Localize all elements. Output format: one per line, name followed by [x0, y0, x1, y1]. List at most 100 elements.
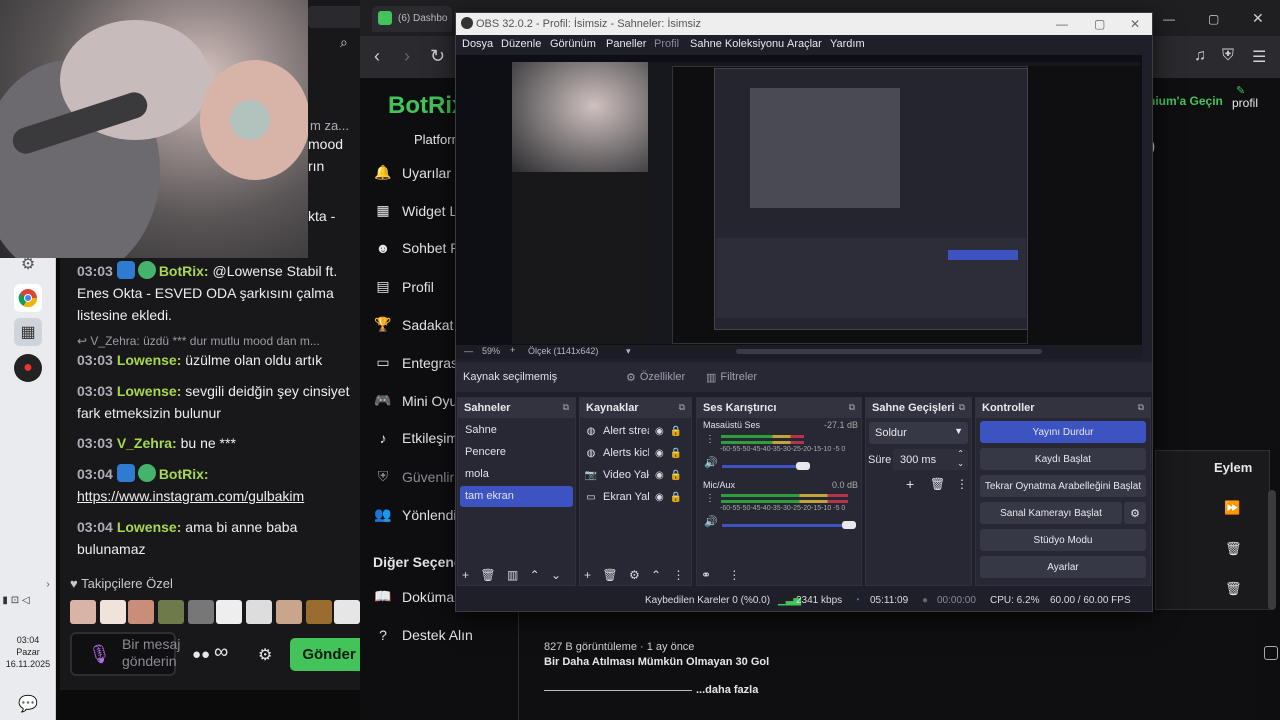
message-user[interactable]: BotRix:	[159, 263, 209, 279]
sidebar-item-minigames[interactable]: 🎮 Mini Oyu	[374, 392, 457, 409]
emote[interactable]	[128, 600, 154, 624]
forward-icon[interactable]: ›	[404, 46, 410, 67]
properties-button[interactable]: ⚙ Özellikler	[620, 366, 691, 388]
chevron-down-icon[interactable]: ▾	[626, 346, 631, 357]
trash-icon[interactable]: 🗑	[930, 477, 945, 491]
browser-tab[interactable]: (6) Dashbo	[372, 6, 452, 32]
shield-icon[interactable]: ⛨	[1222, 47, 1234, 65]
more-icon[interactable]: ⋮	[705, 493, 715, 504]
notification-icon[interactable]: 💬	[14, 690, 42, 718]
more-icon[interactable]: ⋮	[956, 477, 968, 491]
obs-icon[interactable]: ●	[14, 354, 42, 382]
back-icon[interactable]: ‹	[374, 46, 380, 67]
reply-preview[interactable]: ↩ V_Zehra: üzdü *** dur mutlu mood dan m…	[77, 334, 367, 348]
maximize-icon[interactable]: ▢	[1094, 17, 1105, 31]
menu-profile[interactable]: Profil	[654, 38, 679, 50]
emote[interactable]	[70, 600, 96, 624]
menu-docks[interactable]: Paneller	[606, 38, 646, 50]
add-icon[interactable]: +	[584, 568, 591, 582]
sidebar-item-alerts[interactable]: 🔔 Uyarılar	[374, 164, 451, 181]
menu-file[interactable]: Dosya	[462, 38, 493, 50]
emote[interactable]	[158, 600, 184, 624]
undock-icon[interactable]: ⧉	[679, 402, 685, 413]
send-button[interactable]: Gönder	[290, 638, 368, 671]
eye-icon[interactable]: ◉	[655, 470, 664, 481]
music-icon[interactable]: ♫	[1194, 47, 1206, 65]
duration-input[interactable]: 300 ms ⌃ ⌄	[893, 449, 968, 470]
trash-icon[interactable]: 🗑	[1225, 541, 1242, 557]
undock-icon[interactable]: ⧉	[1138, 402, 1144, 413]
scene-item-selected[interactable]: tam ekran	[460, 486, 573, 507]
scene-item[interactable]: mola	[460, 464, 573, 485]
sidebar-item-support[interactable]: ? Destek Alın	[374, 627, 473, 643]
sidebar-item-security[interactable]: ⛨ Güvenlir	[374, 468, 454, 485]
volume-icon[interactable]: 🔊	[704, 456, 718, 469]
tray-icon[interactable]: ▮ ⊡ ◁	[2, 586, 30, 614]
link-icon[interactable]: ⚭	[701, 568, 711, 582]
message-link[interactable]: https://www.instagram.com/gulbakim	[77, 488, 304, 504]
transition-select[interactable]: Soldur ▼	[869, 422, 968, 444]
message-user[interactable]: Lowense:	[117, 519, 182, 535]
menu-icon[interactable]: ☰	[1252, 47, 1266, 67]
undock-icon[interactable]: ⧉	[849, 402, 855, 413]
infinity-icon[interactable]: ∞	[214, 641, 228, 664]
profile-link[interactable]: profil	[1232, 96, 1258, 110]
reload-icon[interactable]: ↻	[430, 46, 445, 67]
minimize-icon[interactable]: —	[1056, 17, 1068, 31]
mic-icon[interactable]: 🎙	[88, 644, 111, 665]
undock-icon[interactable]: ⧉	[959, 402, 965, 413]
start-recording-button[interactable]: Kaydı Başlat	[980, 448, 1146, 470]
sidebar-item-profile[interactable]: ▤ Profil	[374, 278, 434, 295]
emote[interactable]	[216, 600, 242, 624]
more-icon[interactable]: ⋮	[705, 434, 715, 445]
trash-icon[interactable]: 🗑	[1225, 581, 1242, 597]
botrix-logo[interactable]: BotRix	[388, 92, 465, 120]
source-item[interactable]: 📷 Video Yak ◉ 🔒	[582, 464, 689, 486]
undock-icon[interactable]: ⧉	[563, 402, 569, 413]
emote[interactable]	[246, 600, 272, 624]
emote[interactable]	[334, 600, 360, 624]
eye-icon[interactable]: ◉	[655, 492, 664, 503]
source-item[interactable]: ▭ Ekran Yak ◉ 🔒	[582, 486, 689, 508]
sidebar-item-loyalty[interactable]: 🏆 Sadakat S	[374, 316, 466, 333]
more-icon[interactable]: ⋮	[672, 568, 684, 582]
volume-slider-knob[interactable]	[842, 521, 856, 529]
more-icon[interactable]: ⋮	[728, 568, 740, 582]
premium-link[interactable]: nium'a Geçin	[1148, 94, 1223, 108]
maximize-icon[interactable]: ▢	[1208, 12, 1219, 26]
add-icon[interactable]: +	[462, 568, 469, 582]
chevron-right-icon[interactable]: ›	[34, 570, 62, 598]
menu-tools[interactable]: Araçlar	[787, 38, 822, 50]
lock-icon[interactable]: 🔒	[670, 426, 682, 437]
scene-item[interactable]: Pencere	[460, 442, 573, 463]
menu-edit[interactable]: Düzenle	[501, 38, 541, 50]
chrome-icon[interactable]	[14, 284, 42, 312]
volume-icon[interactable]: 🔊	[704, 515, 718, 528]
source-item[interactable]: ◍ Alert strea ◉ 🔒	[582, 420, 689, 442]
start-replay-buffer-button[interactable]: Tekrar Oynatma Arabelleğini Başlat	[980, 475, 1146, 497]
spinner-icon[interactable]: ⌃ ⌄	[957, 449, 964, 469]
emote[interactable]	[276, 600, 302, 624]
yt-title[interactable]: Bir Daha Atılması Mümkün Olmayan 30 Gol	[544, 656, 769, 668]
yt-more[interactable]: ...daha fazla	[696, 684, 758, 696]
volume-slider-knob[interactable]	[796, 462, 810, 470]
taskbar-clock[interactable]: 03:04 Pazar 16.11.2025	[0, 634, 56, 670]
emote[interactable]	[100, 600, 126, 624]
filter-icon[interactable]: ▥	[507, 568, 518, 582]
close-icon[interactable]: ✕	[1130, 17, 1140, 31]
move-up-icon[interactable]: ⌃	[530, 568, 540, 582]
sidebar-item-widgets[interactable]: ▦ Widget Li	[374, 202, 460, 219]
message-user[interactable]: Lowense:	[117, 383, 182, 399]
chat-input[interactable]: 🎙 Bir mesaj gönderin	[70, 632, 180, 676]
sidebar-item-integrations[interactable]: ▭ Entegrasy	[374, 354, 465, 371]
stop-streaming-button[interactable]: Yayını Durdur	[980, 421, 1146, 443]
message-user[interactable]: V_Zehra:	[117, 435, 177, 451]
close-icon[interactable]: ✕	[1252, 10, 1264, 27]
zoom-in-icon[interactable]: +	[510, 345, 515, 355]
skip-icon[interactable]: ⏩	[1224, 500, 1240, 516]
preview-scrollbar[interactable]	[736, 349, 1042, 354]
app-icon[interactable]: ▦	[14, 318, 42, 346]
gear-icon[interactable]: ⚙	[629, 568, 640, 582]
menu-help[interactable]: Yardım	[830, 38, 865, 50]
add-icon[interactable]: +	[906, 476, 914, 492]
